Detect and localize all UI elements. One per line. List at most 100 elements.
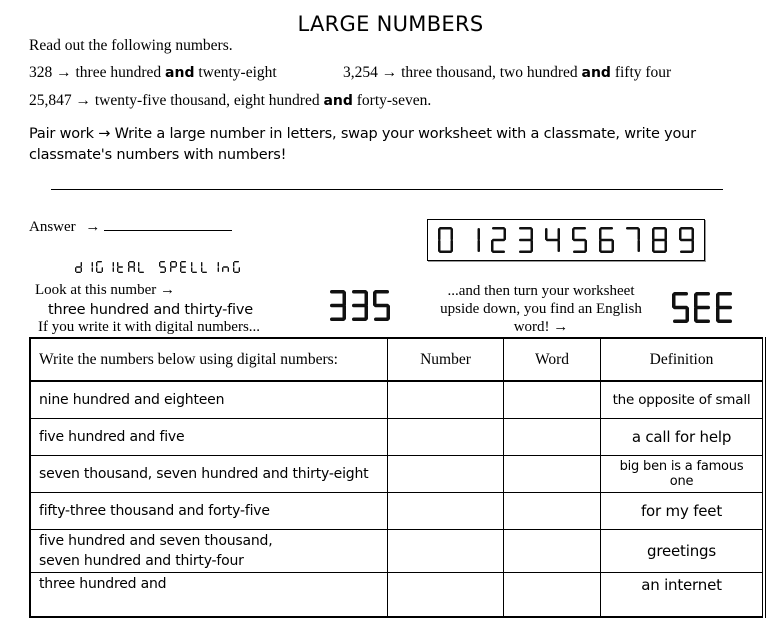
row-prompt-line-2: seven hundred and thirty-four: [39, 553, 244, 569]
digit-3: [352, 290, 368, 321]
header-number: Number: [387, 337, 504, 382]
digit-6: [598, 227, 614, 253]
look-at-number: Look at this number →: [35, 282, 175, 299]
answer-label: Answer: [29, 219, 76, 235]
number-answer-cell[interactable]: [387, 572, 504, 618]
table-row: five hundred and seven thousand, seven h…: [29, 529, 765, 573]
number-answer-cell[interactable]: [387, 529, 504, 573]
arrow-icon: →: [98, 126, 111, 142]
digit-7: [626, 227, 641, 252]
number-answer-cell[interactable]: [387, 492, 504, 530]
arrow-icon: →: [56, 64, 72, 81]
digit-L: [138, 262, 145, 274]
example-3-before: twenty-five thousand, eight hundred: [94, 92, 320, 109]
digit-5: [571, 227, 587, 253]
digital-numbers-table: Write the numbers below using digital nu…: [29, 337, 766, 618]
example-3: 25,847 → twenty-five thousand, eight hun…: [29, 92, 431, 110]
digital-spelling-title: [74, 260, 241, 274]
row-definition: big ben is a famous one: [600, 455, 765, 493]
pair-work-text: Write a large number in letters, swap yo…: [29, 126, 696, 163]
example-2: 3,254 → three thousand, two hundred and …: [343, 64, 671, 82]
page-title: LARGE NUMBERS: [297, 12, 484, 36]
example-1-before: three hundred: [75, 64, 162, 81]
digit-I: [217, 262, 219, 273]
digit-L: [190, 262, 197, 274]
digit-8: [652, 227, 668, 253]
number-answer-cell[interactable]: [387, 455, 504, 493]
arrow-icon: →: [85, 219, 101, 235]
digit-E: [716, 292, 732, 323]
number-answer-cell[interactable]: [387, 380, 504, 419]
example-2-number: 3,254: [343, 64, 378, 81]
example-3-and: and: [323, 93, 353, 109]
row-prompt-line-1: five hundred and seven thousand,: [39, 533, 273, 549]
writing-line[interactable]: [51, 189, 723, 190]
digit-S: [159, 261, 167, 274]
row-prompt: nine hundred and eighteen: [29, 380, 388, 419]
digit-P: [169, 261, 177, 273]
digit-0: [437, 227, 453, 253]
table-header-row: Write the numbers below using digital nu…: [29, 337, 765, 382]
row-prompt: fifty-three thousand and forty-five: [29, 492, 388, 530]
digit-1: [477, 228, 480, 252]
row-definition: an internet: [600, 572, 765, 618]
digit-4: [545, 228, 561, 252]
row-prompt: seven thousand, seven hundred and thirty…: [29, 455, 388, 493]
digit-I: [91, 262, 93, 273]
arrow-icon: →: [553, 319, 569, 335]
answer-blank-line[interactable]: [104, 216, 233, 231]
digit-9: [679, 227, 695, 253]
example-2-after: fifty four: [614, 64, 672, 81]
digit-E: [180, 261, 187, 274]
digit-T: [117, 262, 124, 274]
number-in-words: three hundred and thirty-five: [48, 302, 253, 318]
word-answer-cell[interactable]: [503, 418, 601, 456]
digit-S: [672, 292, 689, 323]
answer-row: Answer →: [29, 216, 233, 236]
arrow-icon: →: [381, 64, 398, 81]
example-1-and: and: [165, 65, 195, 81]
if-write-text: If you write it with digital numbers...: [38, 319, 261, 335]
word-answer-cell[interactable]: [503, 492, 601, 530]
table-row: three hundred and an internet: [29, 572, 765, 618]
header-prompt: Write the numbers below using digital nu…: [29, 337, 388, 382]
table-row: five hundred and five a call for help: [29, 418, 765, 456]
digit-L: [201, 262, 208, 274]
digit-E: [694, 292, 710, 323]
example-1-after: twenty-eight: [198, 64, 277, 81]
example-3-after: forty-seven.: [356, 92, 432, 109]
digit-space: [148, 260, 157, 274]
digit-2: [491, 227, 507, 253]
example-3-number: 25,847: [29, 92, 72, 109]
turn-text: ...and then turn your worksheet upside d…: [440, 283, 642, 335]
row-prompt: five hundred and seven thousand, seven h…: [29, 529, 388, 573]
table-row: nine hundred and eighteen the opposite o…: [29, 380, 765, 419]
digital-digits-strip: [427, 219, 705, 261]
example-1: 328 → three hundred and twenty-eight: [29, 64, 277, 82]
arrow-icon: →: [159, 282, 175, 298]
word-answer-cell[interactable]: [503, 529, 601, 573]
digit-I: [112, 262, 114, 273]
word-answer-cell[interactable]: [503, 380, 601, 419]
row-definition: a call for help: [600, 418, 765, 456]
pair-work-instructions: Pair work → Write a large number in lett…: [29, 124, 729, 166]
example-2-and: and: [581, 65, 611, 81]
digital-number-335: [328, 289, 391, 322]
word-answer-cell[interactable]: [503, 572, 601, 618]
table-row: seven thousand, seven hundred and thirty…: [29, 455, 765, 493]
digit-G: [96, 261, 104, 274]
header-word: Word: [503, 337, 601, 382]
row-definition: greetings: [600, 529, 765, 573]
digit-3: [330, 290, 346, 321]
digit-A: [127, 261, 135, 273]
example-2-before: three thousand, two hundred: [401, 64, 578, 81]
example-1-number: 328: [29, 64, 53, 81]
number-answer-cell[interactable]: [387, 418, 504, 456]
word-answer-cell[interactable]: [503, 455, 601, 493]
turn-upside-down-text: ...and then turn your worksheet upside d…: [436, 282, 646, 336]
header-definition: Definition: [600, 337, 765, 382]
look-text: Look at this number: [35, 282, 157, 298]
pair-work-label: Pair work: [29, 126, 94, 142]
digit-G: [232, 261, 240, 274]
row-definition: for my feet: [600, 492, 765, 530]
